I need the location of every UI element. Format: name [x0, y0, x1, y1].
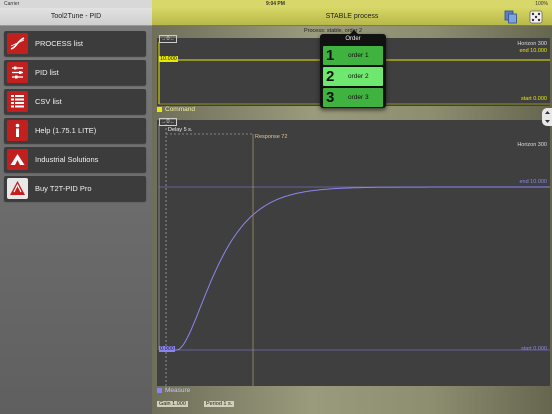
command-value-label: 10.000 — [159, 56, 178, 62]
sidebar-item-buy-pro[interactable]: Buy T2T-PID Pro — [4, 176, 146, 201]
pid-logo-icon — [7, 178, 28, 199]
measure-zoom-reset[interactable]: →0← — [159, 118, 178, 126]
command-end-value: end 10.000 — [519, 48, 547, 54]
order-label: order 1 — [348, 52, 369, 59]
measure-curve — [166, 186, 550, 351]
measure-horizon: Horizon 300 — [517, 142, 547, 148]
command-zoom-reset[interactable]: →0← — [159, 35, 178, 43]
order-popup-title: Order — [345, 36, 361, 42]
command-legend-swatch — [157, 106, 162, 112]
sidebar-item-label: PROCESS list — [35, 39, 83, 48]
copy-icon[interactable] — [504, 10, 518, 24]
page-title: STABLE process — [325, 13, 379, 20]
csv-table-icon — [7, 91, 28, 112]
measure-start-value: start 0.000 — [521, 346, 547, 352]
command-legend: Command — [157, 106, 195, 113]
order-option-2[interactable]: 2 order 2 — [323, 67, 383, 86]
info-icon — [7, 120, 28, 141]
order-option-3[interactable]: 3 order 3 — [323, 88, 383, 107]
command-start-value: start 0.000 — [521, 96, 547, 102]
response-label: Response 72 — [255, 134, 288, 140]
battery-level: 100% — [535, 1, 548, 7]
measure-legend-label: Measure — [165, 387, 191, 394]
sidebar-item-label: Help (1.75.1 LITE) — [35, 126, 97, 135]
carrier-label: Carrier — [4, 1, 20, 7]
delay-label: Delay 5 s. — [168, 127, 193, 133]
order-popup: Order 1 order 1 2 order 2 3 order 3 — [320, 34, 386, 108]
gain-label[interactable]: Gain 1.000 — [157, 401, 188, 407]
order-label: order 3 — [348, 94, 369, 101]
main-header: STABLE process — [152, 8, 552, 26]
measure-plot — [158, 124, 550, 386]
command-legend-label: Command — [165, 106, 195, 113]
sidebar-title: Tool2Tune - PID — [0, 8, 152, 26]
order-number: 1 — [326, 47, 335, 64]
measure-legend-swatch — [157, 387, 162, 393]
status-bar: Carrier 9:04 PM 100% — [0, 0, 552, 8]
order-option-1[interactable]: 1 order 1 — [323, 46, 383, 65]
period-label[interactable]: Period 1 s. — [204, 401, 235, 407]
measure-chart[interactable]: →0← Delay 5 s. Response 72 Horizon 300 e… — [157, 118, 550, 386]
status-bar-right — [152, 0, 552, 8]
process-curve-icon — [7, 33, 28, 54]
sidebar: Tool2Tune - PID PROCESS list PID list CS… — [0, 8, 152, 414]
command-horizon: Horizon 300 — [517, 41, 547, 47]
side-scroll-handle[interactable] — [542, 108, 552, 126]
sidebar-item-industrial-solutions[interactable]: Industrial Solutions — [4, 147, 146, 172]
dice-icon[interactable] — [529, 10, 543, 24]
sidebar-item-label: Buy T2T-PID Pro — [35, 184, 92, 193]
measure-end-value: end 10.000 — [519, 179, 547, 185]
sidebar-item-help[interactable]: Help (1.75.1 LITE) — [4, 118, 146, 143]
sliders-icon — [7, 62, 28, 83]
clock: 9:04 PM — [266, 1, 285, 7]
order-number: 2 — [326, 68, 335, 85]
sidebar-item-process-list[interactable]: PROCESS list — [4, 31, 146, 56]
mountain-icon — [7, 149, 28, 170]
measure-value-label: 0.000 — [159, 346, 175, 352]
order-label: order 2 — [348, 73, 369, 80]
sidebar-item-label: CSV list — [35, 97, 62, 106]
measure-legend: Measure — [157, 387, 190, 394]
sidebar-item-pid-list[interactable]: PID list — [4, 60, 146, 85]
sidebar-item-label: PID list — [35, 68, 59, 77]
order-number: 3 — [326, 89, 335, 106]
sidebar-item-csv-list[interactable]: CSV list — [4, 89, 146, 114]
status-bar-left — [0, 0, 152, 8]
sidebar-item-label: Industrial Solutions — [35, 155, 99, 164]
